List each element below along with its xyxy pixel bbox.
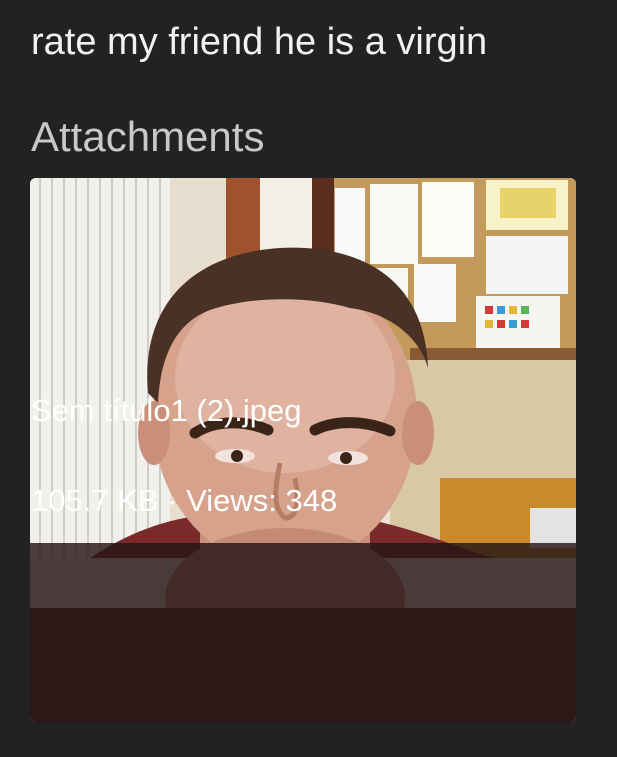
attachment-views-count: 348 [285, 483, 338, 518]
attachment-card[interactable] [30, 178, 576, 722]
attachments-heading: Attachments [31, 113, 265, 160]
attachment-caption-overlay [30, 543, 576, 722]
post-text: rate my friend he is a virgin [31, 21, 488, 63]
meta-separator: · [158, 483, 187, 518]
attachment-file-meta: 105.7 KB · Views: 348 [31, 482, 337, 520]
attachment-views-label: Views: [186, 483, 277, 518]
attachment-file-size: 105.7 KB [31, 483, 159, 518]
attachment-file-name[interactable]: Sem título1 (2).jpeg [31, 392, 302, 430]
